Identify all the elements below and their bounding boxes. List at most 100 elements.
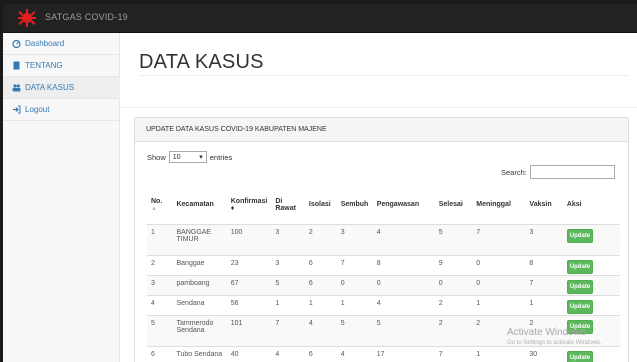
table-cell: 3 — [525, 223, 563, 255]
table-cell: 5 — [372, 314, 435, 346]
sidebar: Dashboard TENTANG DATA KASUS Logout — [3, 33, 120, 362]
sidebar-item-data-kasus[interactable]: DATA KASUS — [3, 77, 120, 99]
column-header[interactable]: Aksi — [562, 186, 620, 225]
activation-watermark-subtitle: Go to Settings to activate Windows. — [507, 340, 602, 346]
table-cell: 1 — [472, 345, 526, 362]
logout-icon — [13, 105, 21, 114]
show-label: Show — [147, 152, 166, 162]
sort-icon: ▲ — [151, 205, 157, 212]
sidebar-item-logout[interactable]: Logout — [3, 99, 120, 121]
column-header[interactable]: Di Rawat — [271, 186, 305, 225]
table-cell: 56 — [226, 294, 272, 315]
table-cell: BANGGAE TIMUR — [172, 223, 227, 255]
table-row: 6 Tubo Sendana 40 4 6 4 17 7 1 30 Update — [147, 345, 620, 362]
table-cell: 30 — [525, 345, 563, 362]
table-cell: 1 — [525, 294, 563, 315]
table-cell: 3 — [271, 254, 305, 275]
table-cell: 1 — [304, 294, 337, 315]
table-cell: Tammerodo Sendana — [172, 314, 227, 346]
panel-heading: UPDATE DATA KASUS COVID-19 KABUPATEN MAJ… — [135, 118, 628, 142]
table-cell: 4 — [372, 223, 435, 255]
action-cell: Update — [562, 294, 620, 315]
action-cell: Update — [562, 274, 620, 295]
table-cell: 5 — [271, 274, 305, 295]
table-cell: 3 — [271, 223, 305, 255]
table-row: 1 BANGGAE TIMUR 100 3 2 3 4 5 7 3 Update — [147, 223, 620, 255]
column-header[interactable]: Vaksin — [525, 186, 563, 225]
entries-select[interactable]: 10 ▾ — [168, 151, 207, 163]
page-title: DATA KASUS — [139, 51, 264, 73]
table-cell: 3 — [147, 274, 173, 295]
table-row: 3 pamboang 67 5 6 0 0 0 0 7 Update — [147, 274, 620, 295]
table-cell: 67 — [226, 274, 272, 295]
table-cell: 6 — [304, 274, 337, 295]
table-cell: 1 — [271, 294, 305, 315]
table-cell: 2 — [304, 223, 337, 255]
search-input[interactable] — [529, 165, 615, 179]
table-cell: 5 — [336, 314, 373, 346]
column-header[interactable]: Konfirmasi ♦ — [226, 186, 272, 225]
table-cell: 0 — [472, 274, 526, 295]
show-entries-control: Show 10 ▾ entries — [147, 151, 232, 163]
chevron-down-icon: ▾ — [199, 154, 203, 161]
sidebar-item-label: Logout — [25, 105, 50, 114]
table-cell: 1 — [472, 294, 526, 315]
table-cell: 4 — [372, 294, 435, 315]
sidebar-item-label: Dashboard — [25, 39, 65, 48]
sidebar-item-label: TENTANG — [25, 61, 63, 70]
table-cell: 2 — [434, 294, 473, 315]
sidebar-item-tentang[interactable]: TENTANG — [3, 55, 120, 77]
table-cell: 40 — [226, 345, 272, 362]
table-cell: 2 — [434, 314, 473, 346]
update-button[interactable]: Update — [566, 350, 594, 362]
column-header[interactable]: Isolasi — [304, 186, 337, 225]
column-header[interactable]: No. ▲ — [147, 186, 173, 225]
update-button[interactable]: Update — [566, 299, 594, 314]
table-cell: 23 — [226, 254, 272, 275]
update-button[interactable]: Update — [566, 279, 594, 294]
table-cell: 1 — [336, 294, 373, 315]
column-header[interactable]: Kecamatan — [172, 186, 227, 225]
action-cell: Update — [562, 254, 620, 275]
search-control: Search: — [501, 165, 615, 179]
brand-title[interactable]: SATGAS COVID-19 — [45, 12, 128, 22]
sidebar-item-dashboard[interactable]: Dashboard — [3, 33, 120, 55]
table-cell: pamboang — [172, 274, 227, 295]
search-label: Search: — [501, 167, 527, 177]
main-content: DATA KASUS UPDATE DATA KASUS COVID-19 KA… — [121, 33, 637, 362]
table-cell: 6 — [304, 345, 337, 362]
table-cell: 7 — [271, 314, 305, 346]
update-button[interactable]: Update — [566, 228, 594, 243]
action-cell: Update — [562, 223, 620, 255]
table-cell: 1 — [147, 223, 173, 255]
top-navbar: SATGAS COVID-19 — [3, 4, 637, 33]
title-divider — [139, 75, 629, 76]
table-cell: 9 — [434, 254, 473, 275]
column-header[interactable]: Meninggal — [472, 186, 526, 225]
table-cell: 0 — [336, 274, 373, 295]
table-cell: 4 — [147, 294, 173, 315]
table-cell: 100 — [226, 223, 272, 255]
table-cell: Sendana — [172, 294, 227, 315]
update-button[interactable]: Update — [566, 259, 594, 274]
table-cell: 3 — [336, 223, 373, 255]
table-header-row: No. ▲ Kecamatan Konfirmasi ♦ Di Rawat Iso… — [147, 186, 620, 225]
virus-logo-icon[interactable] — [17, 8, 37, 28]
table-cell: 7 — [472, 223, 526, 255]
sort-icon: ♦ — [230, 204, 235, 212]
data-panel: UPDATE DATA KASUS COVID-19 KABUPATEN MAJ… — [134, 117, 629, 362]
document-icon — [13, 61, 20, 70]
action-cell: Update — [562, 345, 620, 362]
table-cell: 5 — [434, 223, 473, 255]
dashboard-icon — [12, 39, 21, 48]
entries-label: entries — [209, 152, 233, 162]
table-cell: 4 — [336, 345, 373, 362]
column-header[interactable]: Pengawasan — [372, 186, 435, 225]
table-cell: 5 — [147, 314, 173, 346]
table-cell: 0 — [434, 274, 473, 295]
column-header[interactable]: Sembuh — [336, 186, 373, 225]
table-cell: 2 — [147, 254, 173, 275]
users-icon — [12, 84, 21, 92]
table-cell: Tubo Sendana — [172, 345, 227, 362]
column-header[interactable]: Selesai — [434, 186, 473, 225]
